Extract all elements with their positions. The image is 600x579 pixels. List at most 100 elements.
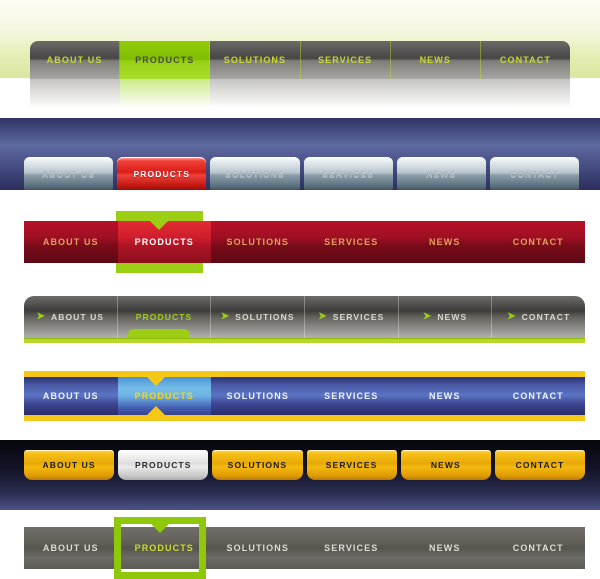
- bar6-label-solutions: SOLUTIONS: [227, 460, 288, 470]
- bar6-item-solutions[interactable]: SOLUTIONS: [212, 450, 303, 480]
- bar1-reflection-cell-active: [120, 79, 210, 113]
- bar1-item-services[interactable]: SERVICES: [300, 41, 391, 79]
- bar2-item-news[interactable]: NEWS: [396, 157, 486, 190]
- bar4-label-solutions: SOLUTIONS: [235, 312, 295, 322]
- bar4-menu: ➤ ABOUT US PRODUCTS ➤ SOLUTIONS ➤ SERVICES …: [24, 296, 585, 338]
- bar3-active-accent-bottom: [116, 263, 203, 273]
- bar3-label-news: NEWS: [429, 237, 461, 247]
- bar5-label-products: PRODUCTS: [134, 391, 194, 401]
- bar7-item-solutions[interactable]: SOLUTIONS: [211, 527, 305, 569]
- bar4-item-services[interactable]: ➤ SERVICES: [305, 296, 399, 338]
- bar3-item-contact[interactable]: CONTACT: [491, 221, 585, 263]
- bar1-label-contact: CONTACT: [499, 55, 551, 65]
- bar5-label-about-us: ABOUT US: [42, 391, 99, 401]
- bar3-item-solutions[interactable]: SOLUTIONS: [211, 221, 305, 263]
- bar2-label-solutions: SOLUTIONS: [225, 168, 285, 179]
- bar3-menu: ABOUT US PRODUCTS SOLUTIONS SERVICES NEW…: [24, 221, 585, 263]
- grey-arrow-bullet-navbar: ➤ ABOUT US PRODUCTS ➤ SOLUTIONS ➤ SERVICES …: [24, 296, 585, 343]
- bar5-item-services[interactable]: SERVICES: [305, 377, 399, 415]
- bar7-item-about-us[interactable]: ABOUT US: [24, 527, 118, 569]
- bar6-item-products[interactable]: PRODUCTS: [118, 450, 209, 480]
- bar6-item-services[interactable]: SERVICES: [306, 450, 397, 480]
- bar6-label-about-us: ABOUT US: [42, 460, 96, 470]
- bar6-item-contact[interactable]: CONTACT: [494, 450, 586, 480]
- bar2-label-news: NEWS: [426, 168, 457, 179]
- bar4-item-solutions[interactable]: ➤ SOLUTIONS: [211, 296, 306, 338]
- bar5-triangle-up-icon: [147, 406, 165, 415]
- bar1-reflection-cell: [390, 79, 480, 113]
- grey-green-outline-navbar: ABOUT US PRODUCTS SOLUTIONS SERVICES NEW…: [24, 517, 585, 579]
- bar7-label-about-us: ABOUT US: [42, 543, 99, 553]
- bar4-item-about-us[interactable]: ➤ ABOUT US: [24, 296, 118, 338]
- bar7-item-services[interactable]: SERVICES: [305, 527, 399, 569]
- blue-gold-rail-navbar: ABOUT US PRODUCTS SOLUTIONS SERVICES NEW…: [24, 371, 585, 421]
- bar6-label-services: SERVICES: [325, 460, 378, 470]
- bar1-item-news[interactable]: NEWS: [390, 41, 481, 79]
- bar1-item-contact[interactable]: CONTACT: [480, 41, 570, 79]
- bar7-menu: ABOUT US PRODUCTS SOLUTIONS SERVICES NEW…: [24, 527, 585, 569]
- bar3-label-solutions: SOLUTIONS: [226, 237, 289, 247]
- bar1-label-services: SERVICES: [318, 55, 373, 65]
- bar7-active-notch-icon: [151, 524, 169, 533]
- bar2-item-products[interactable]: PRODUCTS: [117, 157, 207, 190]
- bar4-item-contact[interactable]: ➤ CONTACT: [492, 296, 585, 338]
- bar7-item-news[interactable]: NEWS: [398, 527, 492, 569]
- bar5-item-news[interactable]: NEWS: [398, 377, 492, 415]
- bar1-tab-wrapper: ABOUT US PRODUCTS SOLUTIONS SERVICES NEW…: [30, 41, 570, 113]
- bar6-label-news: NEWS: [430, 460, 461, 470]
- navy-metallic-button-navbar: ABOUT US PRODUCTS SOLUTIONS SERVICES NEW…: [24, 157, 580, 190]
- bar2-item-about-us[interactable]: ABOUT US: [24, 157, 114, 190]
- bar1-reflection-cell: [300, 79, 390, 113]
- bar6-label-products: PRODUCTS: [135, 460, 192, 470]
- bar1-item-solutions[interactable]: SOLUTIONS: [210, 41, 301, 79]
- bar7-item-products[interactable]: PRODUCTS: [118, 527, 212, 569]
- arrow-right-icon: ➤: [507, 311, 517, 322]
- bar6-item-about-us[interactable]: ABOUT US: [24, 450, 115, 480]
- bar1-item-about-us[interactable]: ABOUT US: [30, 41, 121, 79]
- bar7-item-contact[interactable]: CONTACT: [492, 527, 586, 569]
- bar1-label-news: NEWS: [419, 55, 451, 65]
- bar4-underline-rail: [24, 338, 585, 343]
- bar7-label-services: SERVICES: [324, 543, 379, 553]
- bar3-label-contact: CONTACT: [512, 237, 564, 247]
- bar3-item-news[interactable]: NEWS: [398, 221, 492, 263]
- bar1-reflection-cell: [210, 79, 300, 113]
- arrow-right-icon: ➤: [422, 311, 433, 322]
- bar2-item-contact[interactable]: CONTACT: [489, 157, 580, 190]
- bar1-label-products: PRODUCTS: [135, 55, 195, 65]
- bar4-item-news[interactable]: ➤ NEWS: [399, 296, 493, 338]
- bar2-label-about-us: ABOUT US: [41, 168, 96, 179]
- bar3-label-products: PRODUCTS: [134, 237, 194, 247]
- bar7-label-contact: CONTACT: [512, 543, 564, 553]
- bar5-label-services: SERVICES: [324, 391, 379, 401]
- bar2-label-products: PRODUCTS: [133, 168, 190, 179]
- bar2-item-solutions[interactable]: SOLUTIONS: [210, 157, 300, 190]
- bar3-item-services[interactable]: SERVICES: [304, 221, 398, 263]
- bar7-label-products: PRODUCTS: [134, 543, 194, 553]
- bar5-rail-bottom: [24, 415, 585, 421]
- bar5-item-solutions[interactable]: SOLUTIONS: [211, 377, 305, 415]
- bar5-triangle-down-icon: [147, 377, 165, 386]
- bar2-label-contact: CONTACT: [510, 168, 559, 179]
- bar3-active-accent-top: [116, 211, 203, 221]
- black-gold-button-navbar: ABOUT US PRODUCTS SOLUTIONS SERVICES NEW…: [24, 450, 586, 480]
- bar3-item-about-us[interactable]: ABOUT US: [24, 221, 118, 263]
- bar2-item-services[interactable]: SERVICES: [303, 157, 393, 190]
- bar3-label-services: SERVICES: [324, 237, 379, 247]
- bar6-label-contact: CONTACT: [515, 460, 565, 470]
- bar5-item-about-us[interactable]: ABOUT US: [24, 377, 118, 415]
- bar5-label-news: NEWS: [429, 391, 461, 401]
- navbar-collection: ABOUT US PRODUCTS SOLUTIONS SERVICES NEW…: [0, 0, 600, 579]
- red-bar-green-accent-navbar: ABOUT US PRODUCTS SOLUTIONS SERVICES NEW…: [24, 211, 585, 273]
- green-page-grey-tab-navbar: ABOUT US PRODUCTS SOLUTIONS SERVICES NEW…: [30, 41, 570, 113]
- arrow-right-icon: ➤: [318, 311, 328, 322]
- bar2-label-services: SERVICES: [322, 168, 374, 179]
- bar6-item-news[interactable]: NEWS: [400, 450, 491, 480]
- bar1-menu: ABOUT US PRODUCTS SOLUTIONS SERVICES NEW…: [30, 41, 570, 79]
- bar3-label-about-us: ABOUT US: [42, 237, 99, 247]
- bar5-item-contact[interactable]: CONTACT: [492, 377, 586, 415]
- arrow-right-icon: ➤: [220, 311, 231, 322]
- bar1-item-products[interactable]: PRODUCTS: [120, 41, 211, 79]
- bar6-menu: ABOUT US PRODUCTS SOLUTIONS SERVICES NEW…: [24, 450, 586, 480]
- bar4-label-contact: CONTACT: [521, 312, 571, 322]
